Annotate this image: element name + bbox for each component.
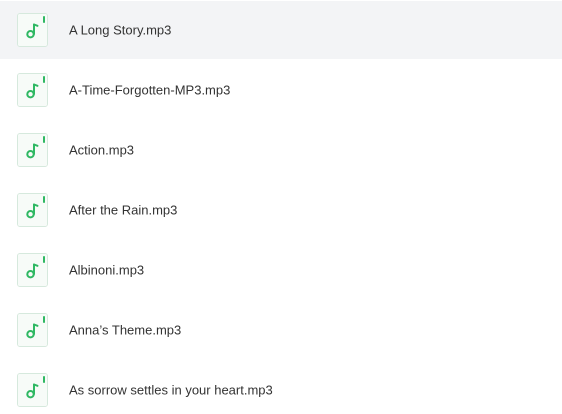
file-name: A Long Story.mp3 (69, 22, 172, 38)
music-file-icon (17, 373, 48, 407)
file-row[interactable]: Action.mp3 (0, 121, 562, 179)
file-name: Anna’s Theme.mp3 (69, 322, 182, 338)
file-list: A Long Story.mp3 A-Time-Forgotten-MP3.mp… (0, 0, 562, 414)
music-file-icon (17, 193, 48, 227)
file-name: After the Rain.mp3 (69, 202, 178, 218)
file-row[interactable]: Albinoni.mp3 (0, 241, 562, 299)
file-row[interactable]: A-Time-Forgotten-MP3.mp3 (0, 61, 562, 119)
music-file-icon (17, 133, 48, 167)
file-row[interactable]: Anna’s Theme.mp3 (0, 301, 562, 359)
file-row[interactable]: A Long Story.mp3 (0, 1, 562, 59)
file-name: As sorrow settles in your heart.mp3 (69, 382, 273, 398)
file-row[interactable]: As sorrow settles in your heart.mp3 (0, 361, 562, 414)
file-row[interactable]: After the Rain.mp3 (0, 181, 562, 239)
music-file-icon (17, 313, 48, 347)
music-file-icon (17, 73, 48, 107)
file-name: A-Time-Forgotten-MP3.mp3 (69, 82, 231, 98)
file-name: Albinoni.mp3 (69, 262, 145, 278)
file-name: Action.mp3 (69, 142, 135, 158)
music-file-icon (17, 13, 48, 47)
music-file-icon (17, 253, 48, 287)
